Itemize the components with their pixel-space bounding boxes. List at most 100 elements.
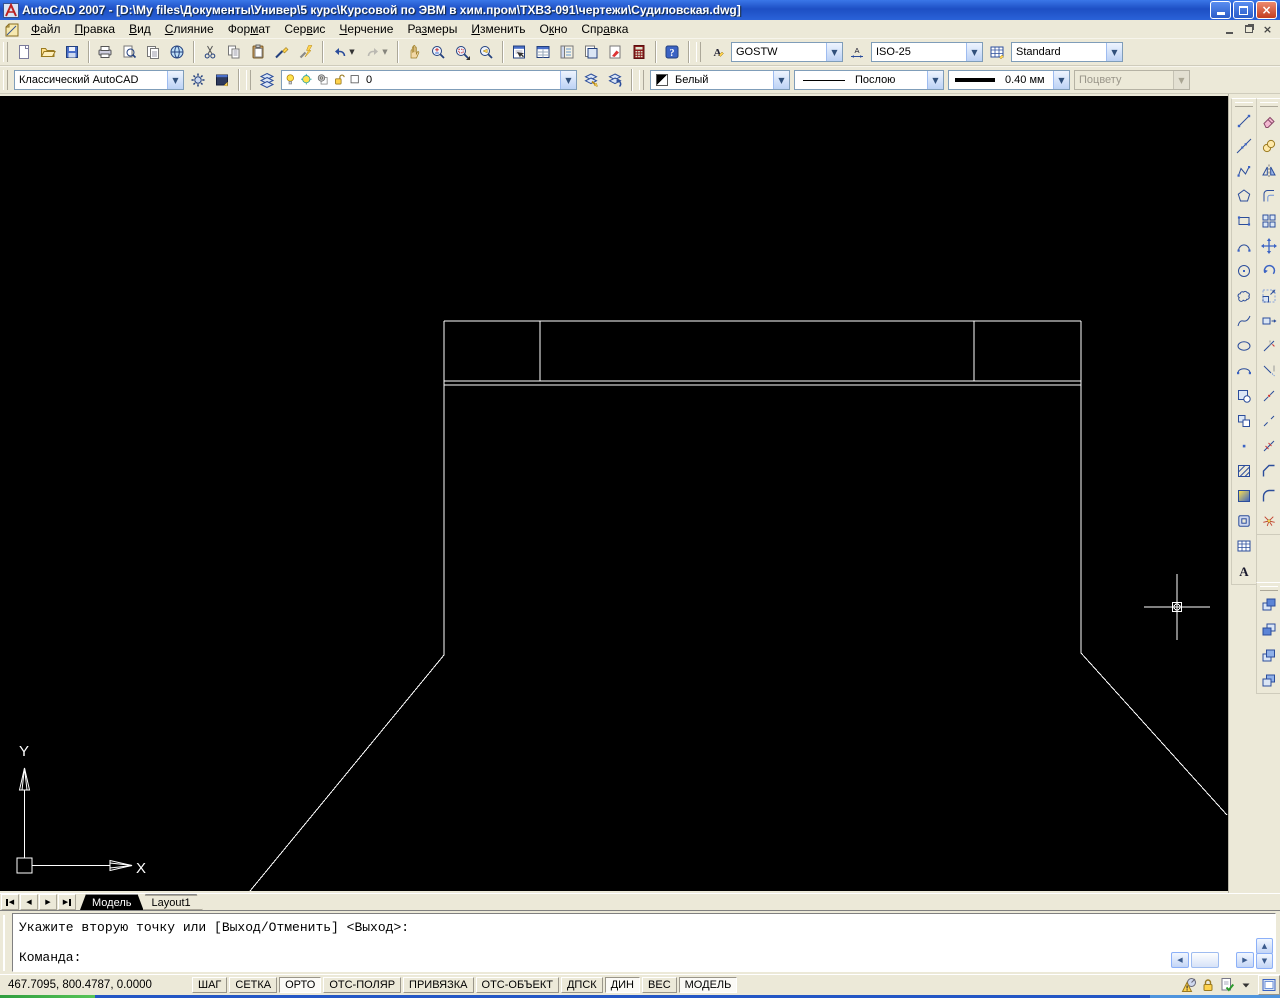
zoom-previous-button[interactable] <box>474 40 498 64</box>
table-style-combo[interactable]: Standard ▼ <box>1011 42 1123 62</box>
menu-item-Сервис[interactable]: Сервис <box>277 21 332 37</box>
layer-previous-button[interactable] <box>603 68 627 92</box>
chevron-down-icon[interactable]: ▼ <box>167 71 183 89</box>
offset-button[interactable] <box>1257 184 1280 208</box>
trim-button[interactable] <box>1257 334 1280 358</box>
explode-button[interactable] <box>1257 509 1280 533</box>
tab-next-button[interactable]: ▶ <box>39 894 57 910</box>
color-swatch-icon[interactable] <box>349 73 362 87</box>
mdi-minimize-button[interactable] <box>1221 22 1238 36</box>
drawing-file-icon[interactable] <box>4 22 20 37</box>
gradient-button[interactable] <box>1232 484 1256 508</box>
polyline-button[interactable] <box>1232 159 1256 183</box>
scroll-left-button[interactable]: ◀ <box>1171 952 1189 968</box>
line-button[interactable] <box>1232 109 1256 133</box>
ellipse-arc-button[interactable] <box>1232 359 1256 383</box>
point-button[interactable] <box>1232 434 1256 458</box>
send-under-button[interactable] <box>1257 668 1280 692</box>
open-button[interactable] <box>36 40 60 64</box>
quickcalc-button[interactable] <box>627 40 651 64</box>
menu-item-Справка[interactable]: Справка <box>574 21 635 37</box>
toolbar-grip[interactable] <box>1260 102 1278 107</box>
make-block-button[interactable] <box>1232 409 1256 433</box>
text-style-combo[interactable]: GOSTW ▼ <box>731 42 843 62</box>
markup-button[interactable] <box>603 40 627 64</box>
designcenter-button[interactable] <box>531 40 555 64</box>
make-layer-current-button[interactable] <box>579 68 603 92</box>
table-style-button[interactable] <box>985 40 1009 64</box>
tab-last-button[interactable]: ▶ <box>58 894 76 910</box>
vp-freeze-icon[interactable] <box>317 73 330 87</box>
menu-item-Формат[interactable]: Формат <box>221 21 278 37</box>
menu-item-Размеры[interactable]: Размеры <box>400 21 464 37</box>
menu-item-Вид[interactable]: Вид <box>122 21 158 37</box>
bulb-on-icon[interactable] <box>285 73 298 87</box>
layer-combo[interactable]: 0 ▼ <box>281 70 577 90</box>
chevron-down-icon[interactable]: ▼ <box>1106 43 1122 61</box>
multiline-text-button[interactable]: A <box>1232 559 1256 583</box>
status-toggle-ДПСК[interactable]: ДПСК <box>560 977 603 993</box>
new-button[interactable] <box>12 40 36 64</box>
menu-item-Окно[interactable]: Окно <box>532 21 574 37</box>
copy-button[interactable] <box>222 40 246 64</box>
menu-item-Файл[interactable]: Файл <box>24 21 68 37</box>
region-button[interactable] <box>1232 509 1256 533</box>
array-button[interactable] <box>1257 209 1280 233</box>
tab-first-button[interactable]: ◀ <box>1 894 19 910</box>
matchprops-button[interactable] <box>270 40 294 64</box>
my-workspace-button[interactable] <box>210 68 234 92</box>
lock-icon[interactable] <box>1200 977 1216 993</box>
preview-button[interactable] <box>117 40 141 64</box>
send-to-back-button[interactable] <box>1257 618 1280 642</box>
ellipse-button[interactable] <box>1232 334 1256 358</box>
freeze-sun-icon[interactable] <box>301 73 314 87</box>
pan-button[interactable] <box>402 40 426 64</box>
fillet-button[interactable] <box>1257 484 1280 508</box>
status-toggle-ОТС-ОБЪЕКТ[interactable]: ОТС-ОБЪЕКТ <box>475 977 559 993</box>
lineweight-combo[interactable]: 0.40 мм ▼ <box>948 70 1070 90</box>
menu-item-Черчение[interactable]: Черчение <box>332 21 400 37</box>
plot-button[interactable] <box>93 40 117 64</box>
restore-button[interactable] <box>1233 1 1254 19</box>
menu-item-Изменить[interactable]: Изменить <box>464 21 532 37</box>
chamfer-button[interactable] <box>1257 459 1280 483</box>
tab-prev-button[interactable]: ◀ <box>20 894 38 910</box>
undo-button[interactable]: ▼ <box>327 40 360 64</box>
chevron-down-icon[interactable]: ▼ <box>349 48 354 56</box>
toolbar-grip[interactable] <box>1260 586 1278 591</box>
status-toggle-ПРИВЯЗКА[interactable]: ПРИВЯЗКА <box>403 977 474 993</box>
mdi-close-button[interactable]: × <box>1259 22 1276 36</box>
chevron-down-icon[interactable]: ▼ <box>826 43 842 61</box>
status-toggle-ОТС-ПОЛЯР[interactable]: ОТС-ПОЛЯР <box>323 977 402 993</box>
validate-icon[interactable] <box>1219 977 1235 993</box>
cut-button[interactable] <box>198 40 222 64</box>
matchlight-button[interactable] <box>294 40 318 64</box>
menu-item-Правка[interactable]: Правка <box>68 21 123 37</box>
publish-button[interactable] <box>141 40 165 64</box>
sheetset-button[interactable] <box>579 40 603 64</box>
revision-cloud-button[interactable] <box>1232 284 1256 308</box>
command-prompt-line[interactable]: Команда: <box>19 950 81 965</box>
communication-icon[interactable] <box>1181 977 1197 993</box>
circle-button[interactable] <box>1232 259 1256 283</box>
paste-button[interactable] <box>246 40 270 64</box>
chevron-down-icon[interactable]: ▼ <box>966 43 982 61</box>
tray-caret-icon[interactable] <box>1238 977 1254 993</box>
table-button[interactable] <box>1232 534 1256 558</box>
layer-properties-button[interactable] <box>255 68 279 92</box>
scrollbar-thumb[interactable] <box>1191 952 1219 968</box>
status-toggle-ДИН[interactable]: ДИН <box>604 977 641 993</box>
status-toggle-МОДЕЛЬ[interactable]: МОДЕЛЬ <box>678 977 738 993</box>
chevron-down-icon[interactable]: ▼ <box>560 71 576 89</box>
construction-line-button[interactable] <box>1232 134 1256 158</box>
dim-style-button[interactable]: A <box>845 40 869 64</box>
zoom-window-button[interactable] <box>450 40 474 64</box>
save-button[interactable] <box>60 40 84 64</box>
menu-item-Слияние[interactable]: Слияние <box>158 21 221 37</box>
polygon-button[interactable] <box>1232 184 1256 208</box>
mdi-restore-button[interactable] <box>1240 22 1257 36</box>
status-toggle-ШАГ[interactable]: ШАГ <box>192 977 228 993</box>
bring-to-front-button[interactable] <box>1257 593 1280 617</box>
toolbar-grip[interactable] <box>639 70 644 90</box>
extend-button[interactable] <box>1257 359 1280 383</box>
